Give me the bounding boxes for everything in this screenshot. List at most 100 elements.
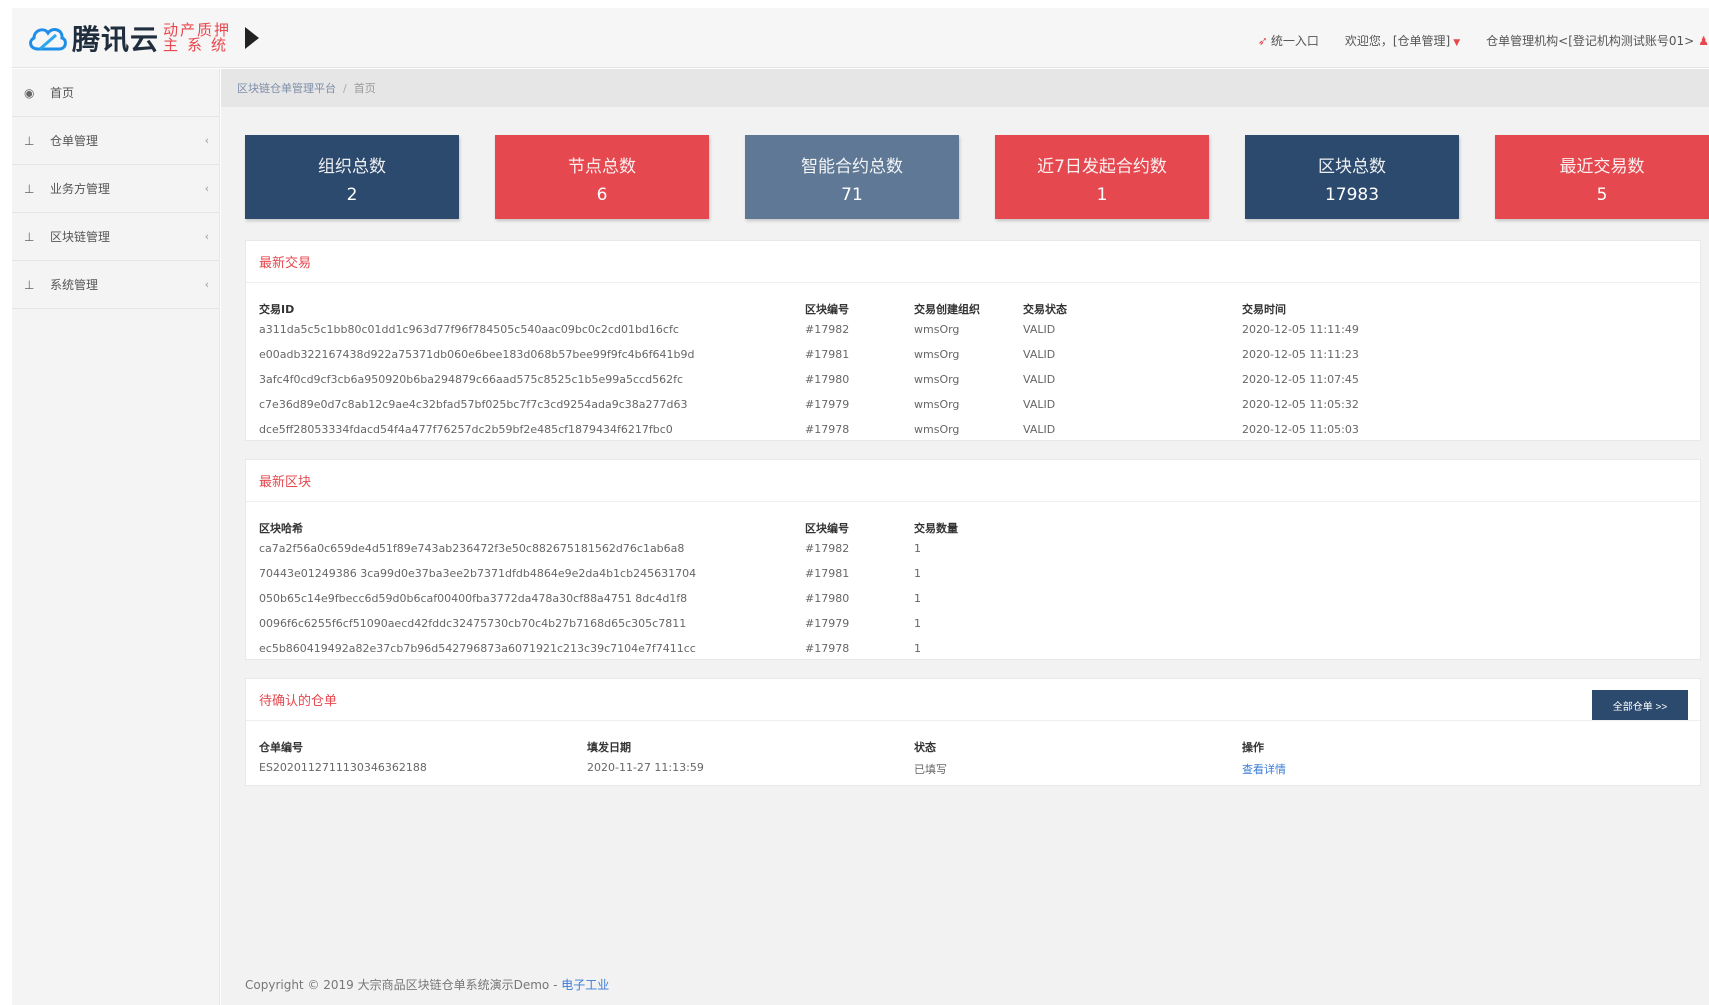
- table-cell: VALID: [1023, 373, 1056, 386]
- sidebar-item-label: 仓单管理: [50, 134, 99, 148]
- stat-label: 近7日发起合约数: [1037, 157, 1167, 177]
- chevron-left-icon: ‹: [204, 182, 209, 195]
- breadcrumb-current: 首页: [353, 82, 376, 95]
- column-header: 区块编号: [805, 303, 849, 316]
- column-header: 区块哈希: [259, 522, 303, 535]
- table-cell: c7e36d89e0d7c8ab12c9ae4c32bfad57bf025bc7…: [259, 398, 688, 411]
- table-cell: 050b65c14e9fbecc6d59d0b6caf00400fba3772d…: [259, 592, 688, 605]
- chevron-left-icon: ‹: [204, 230, 209, 243]
- table-row: ec5b860419492a82e37cb7b96d542796873a6071…: [259, 638, 1687, 663]
- stat-cards: 组织总数 2 节点总数 6 智能合约总数 71 近7日发起合约数 1 区块总数 …: [245, 135, 1709, 219]
- table-cell: #17982: [805, 542, 850, 555]
- caret-down-icon: ▼: [1453, 38, 1461, 48]
- welcome-user-menu[interactable]: 欢迎您，[仓单管理] ▼: [1345, 32, 1460, 49]
- top-header: 腾讯云 动产质押 主系统 ➶ 统一入口 欢迎您，[仓单管理] ▼ 仓单管理机构<[登…: [12, 8, 1709, 68]
- table-row: 050b65c14e9fbecc6d59d0b6caf00400fba3772d…: [259, 588, 1687, 613]
- footer-link[interactable]: 电子工业: [561, 978, 609, 992]
- table-cell: #17978: [805, 423, 850, 436]
- column-header: 操作: [1242, 741, 1264, 754]
- chevron-left-icon: ‹: [204, 134, 209, 147]
- all-receipts-button[interactable]: 全部仓单 >>: [1592, 690, 1688, 720]
- table-cell: 1: [914, 617, 921, 630]
- table-row: 3afc4f0cd9cf3cb6a950920b6ba294879c66aad5…: [259, 369, 1687, 394]
- welcome-label: 欢迎您，[仓单管理]: [1344, 34, 1451, 48]
- stat-card-nodes[interactable]: 节点总数 6: [495, 135, 709, 219]
- table-row: dce5ff28053334fdacd54f4a477f76257dc2b59b…: [259, 419, 1687, 444]
- table-cell: VALID: [1023, 323, 1056, 336]
- sitemap-icon: ⊥: [24, 181, 35, 196]
- table-cell: ec5b860419492a82e37cb7b96d542796873a6071…: [259, 642, 696, 655]
- top-nav: ➶ 统一入口 欢迎您，[仓单管理] ▼ 仓单管理机构<[登记机构测试账号01> ♟: [1232, 32, 1709, 49]
- table-cell: wmsOrg: [914, 398, 960, 411]
- stat-card-contracts[interactable]: 智能合约总数 71: [745, 135, 959, 219]
- table-cell: 1: [914, 567, 921, 580]
- table-cell: wmsOrg: [914, 423, 960, 436]
- table-cell: wmsOrg: [914, 323, 960, 336]
- transactions-table: 交易ID 区块编号 交易创建组织 交易状态 交易时间 a311da5c5c1bb80c01…: [246, 283, 1700, 444]
- breadcrumb-root[interactable]: 区块链仓单管理平台: [237, 80, 336, 96]
- sidebar: ◉ 首页 ⊥ 仓单管理 ‹ ⊥ 业务方管理 ‹ ⊥ 区块链管理 ‹ ⊥ 系统管理…: [12, 69, 220, 1005]
- column-header: 交易时间: [1242, 303, 1286, 316]
- column-header: 交易状态: [1023, 303, 1067, 316]
- stat-label: 智能合约总数: [801, 157, 903, 177]
- table-row: c7e36d89e0d7c8ab12c9ae4c32bfad57bf025bc7…: [259, 394, 1687, 419]
- stat-value: 6: [596, 185, 608, 205]
- panel-title: 待确认的仓单: [246, 679, 1700, 721]
- table-cell: VALID: [1023, 423, 1056, 436]
- dashboard-icon: ◉: [24, 85, 35, 100]
- stat-value: 17983: [1324, 185, 1380, 205]
- sidebar-toggle-icon[interactable]: [245, 27, 260, 49]
- table-cell: 1: [914, 542, 921, 555]
- stat-label: 最近交易数: [1559, 157, 1645, 177]
- blocks-table: 区块哈希 区块编号 交易数量 ca7a2f56a0c659de4d51f89e743a…: [246, 502, 1700, 663]
- unified-entry-link[interactable]: ➶ 统一入口: [1258, 32, 1319, 49]
- sidebar-item-home[interactable]: ◉ 首页: [12, 69, 219, 117]
- table-header: 交易ID 区块编号 交易创建组织 交易状态 交易时间: [259, 297, 1687, 319]
- latest-blocks-panel: 最新区块 区块哈希 区块编号 交易数量 ca7a2f56a0c659de4d51f89…: [245, 459, 1701, 660]
- table-cell: VALID: [1023, 348, 1056, 361]
- table-row: 70443e01249386 3ca99d0e37ba3ee2b7371dfdb…: [259, 563, 1687, 588]
- paper-plane-icon: ➶: [1257, 34, 1268, 48]
- panel-title: 最新交易: [246, 241, 1700, 283]
- sidebar-item-system[interactable]: ⊥ 系统管理 ‹: [12, 261, 219, 309]
- column-header: 交易数量: [914, 522, 958, 535]
- table-header: 区块哈希 区块编号 交易数量: [259, 516, 1687, 538]
- table-row: e00adb322167438d922a75371db060e6bee183d0…: [259, 344, 1687, 369]
- sitemap-icon: ⊥: [24, 277, 35, 292]
- table-cell: 1: [914, 592, 921, 605]
- table-cell: #17979: [805, 617, 850, 630]
- stat-card-recent-contracts[interactable]: 近7日发起合约数 1: [995, 135, 1209, 219]
- table-cell: e00adb322167438d922a75371db060e6bee183d0…: [259, 348, 695, 361]
- org-account[interactable]: 仓单管理机构<[登记机构测试账号01> ♟: [1486, 32, 1709, 49]
- logo[interactable]: 腾讯云 动产质押 主系统: [26, 20, 260, 56]
- table-cell: VALID: [1023, 398, 1056, 411]
- table-cell: wmsOrg: [914, 348, 960, 361]
- table-cell: 2020-11-27 11:13:59: [587, 761, 704, 774]
- sidebar-item-business-parties[interactable]: ⊥ 业务方管理 ‹: [12, 165, 219, 213]
- table-cell: 2020-12-05 11:11:23: [1242, 348, 1359, 361]
- table-cell: #17978: [805, 642, 850, 655]
- table-cell: wmsOrg: [914, 373, 960, 386]
- stat-card-blocks[interactable]: 区块总数 17983: [1245, 135, 1459, 219]
- sidebar-item-label: 业务方管理: [50, 182, 111, 196]
- sidebar-item-warehouse-receipts[interactable]: ⊥ 仓单管理 ‹: [12, 117, 219, 165]
- table-cell: #17980: [805, 592, 850, 605]
- view-details-link[interactable]: 查看详情: [1242, 761, 1286, 777]
- table-cell: #17979: [805, 398, 850, 411]
- sidebar-item-label: 系统管理: [50, 278, 99, 292]
- table-cell: 2020-12-05 11:07:45: [1242, 373, 1359, 386]
- table-cell: 已填写: [914, 763, 947, 776]
- sidebar-item-label: 区块链管理: [50, 230, 111, 244]
- stat-value: 1: [1096, 185, 1108, 205]
- stat-card-recent-transactions[interactable]: 最近交易数 5: [1495, 135, 1709, 219]
- unified-entry-label: 统一入口: [1270, 34, 1319, 48]
- table-cell: 2020-12-05 11:05:32: [1242, 398, 1359, 411]
- footer: Copyright © 2019 大宗商品区块链仓单系统演示Demo - 电子工…: [245, 976, 609, 993]
- brand-subtitle-line2: 主系统: [163, 36, 236, 54]
- pending-receipts-panel: 待确认的仓单 全部仓单 >> 仓单编号 填发日期 状态 操作 ES20201127111…: [245, 678, 1701, 786]
- table-cell: #17982: [805, 323, 850, 336]
- stat-value: 2: [346, 185, 358, 205]
- table-row: ca7a2f56a0c659de4d51f89e743ab236472f3e50…: [259, 538, 1687, 563]
- sidebar-item-blockchain[interactable]: ⊥ 区块链管理 ‹: [12, 213, 219, 261]
- stat-card-organizations[interactable]: 组织总数 2: [245, 135, 459, 219]
